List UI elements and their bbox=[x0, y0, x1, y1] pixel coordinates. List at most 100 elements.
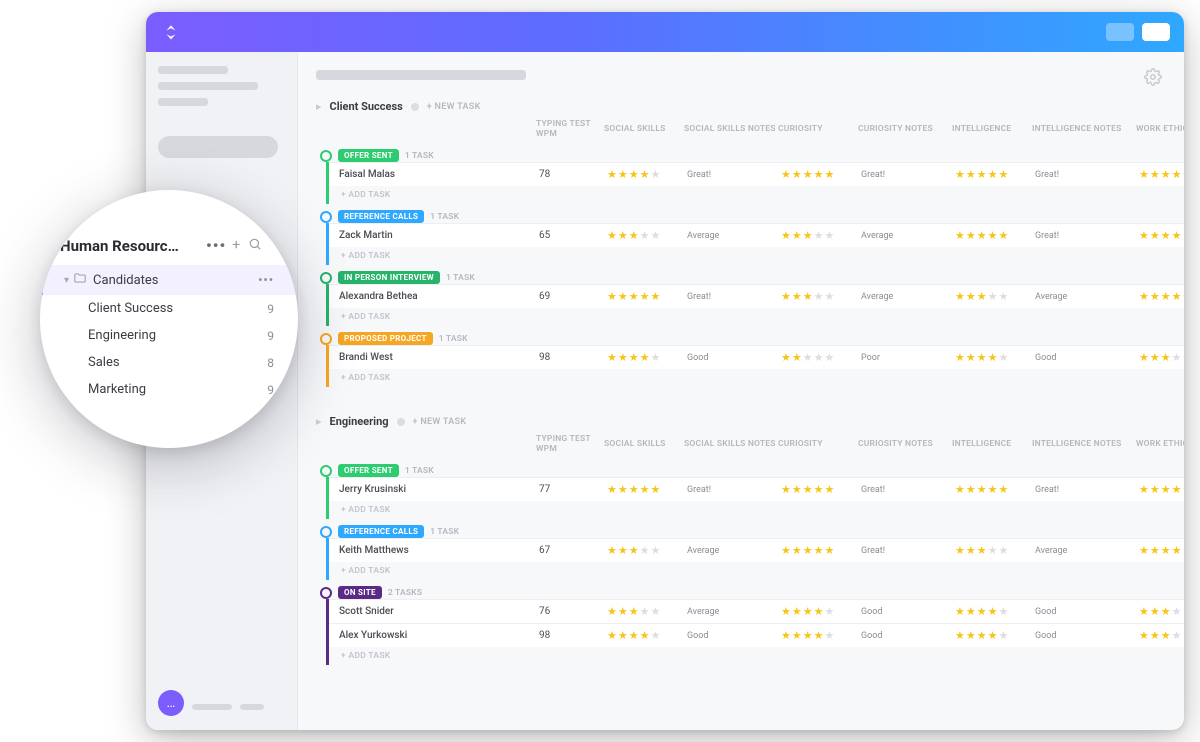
sidebar-placeholder bbox=[158, 82, 258, 90]
star-rating: ★★★★★ bbox=[607, 169, 687, 180]
list-count: 9 bbox=[267, 302, 274, 316]
new-task-button[interactable]: + NEW TASK bbox=[427, 102, 481, 112]
status-group-header[interactable]: OFFER SENT 1 TASK bbox=[316, 464, 1184, 477]
sidebar-placeholder bbox=[158, 98, 208, 106]
cell-note: Good bbox=[861, 631, 955, 641]
list-count: 9 bbox=[267, 329, 274, 343]
star-rating: ★★★★★ bbox=[607, 630, 687, 641]
gear-icon[interactable] bbox=[1144, 68, 1162, 90]
star-rating: ★★★★★ bbox=[955, 291, 1035, 302]
chat-icon[interactable]: … bbox=[158, 690, 184, 716]
task-row[interactable]: Keith Matthews 67 ★★★★★Average ★★★★★Grea… bbox=[329, 538, 1184, 562]
cell-note: Great! bbox=[1035, 231, 1139, 241]
plus-icon[interactable]: + bbox=[232, 237, 240, 255]
folder-candidates[interactable]: ▾ Candidates ••• bbox=[40, 265, 298, 295]
cell-wpm: 76 bbox=[539, 606, 607, 617]
status-tag: OFFER SENT bbox=[338, 149, 399, 162]
column-headers: TYPING TEST WPMSOCIAL SKILLSSOCIAL SKILL… bbox=[316, 432, 1184, 458]
folder-icon bbox=[73, 271, 87, 289]
add-task-button[interactable]: + ADD TASK bbox=[329, 186, 1184, 204]
status-group-header[interactable]: PROPOSED PROJECT 1 TASK bbox=[316, 332, 1184, 345]
cell-note: Great! bbox=[1035, 485, 1139, 495]
status-tag: OFFER SENT bbox=[338, 464, 399, 477]
star-rating: ★★★★★ bbox=[955, 230, 1035, 241]
add-task-button[interactable]: + ADD TASK bbox=[329, 647, 1184, 665]
cell-wpm: 69 bbox=[539, 291, 607, 302]
list-label: Marketing bbox=[88, 382, 146, 397]
task-row[interactable]: Alex Yurkowski 98 ★★★★★Good ★★★★★Good ★★… bbox=[329, 623, 1184, 647]
add-task-button[interactable]: + ADD TASK bbox=[329, 562, 1184, 580]
status-group-header[interactable]: REFERENCE CALLS 1 TASK bbox=[316, 525, 1184, 538]
task-row[interactable]: Jerry Krusinski 77 ★★★★★Great! ★★★★★Grea… bbox=[329, 477, 1184, 501]
sidebar-list-item[interactable]: Client Success 9 bbox=[40, 295, 298, 322]
window-control[interactable] bbox=[1106, 23, 1134, 41]
add-task-button[interactable]: + ADD TASK bbox=[329, 247, 1184, 265]
sidebar-list-item[interactable]: Marketing 9 bbox=[40, 376, 298, 403]
star-rating: ★★★★★ bbox=[607, 230, 687, 241]
star-rating: ★★★★★ bbox=[955, 606, 1035, 617]
status-tag: PROPOSED PROJECT bbox=[338, 332, 433, 345]
cell-note: Great! bbox=[861, 485, 955, 495]
sidebar-list-item[interactable]: Engineering 9 bbox=[40, 322, 298, 349]
status-group-header[interactable]: OFFER SENT 1 TASK bbox=[316, 149, 1184, 162]
chevron-down-icon: ▾ bbox=[64, 275, 69, 286]
star-rating: ★★★★★ bbox=[955, 169, 1035, 180]
window-control[interactable] bbox=[1142, 23, 1170, 41]
cell-note: Good bbox=[1035, 607, 1139, 617]
folder-label: Candidates bbox=[93, 273, 158, 288]
search-icon[interactable] bbox=[248, 237, 262, 255]
task-row[interactable]: Alexandra Bethea 69 ★★★★★Great! ★★★★★Ave… bbox=[329, 284, 1184, 308]
cell-wpm: 65 bbox=[539, 230, 607, 241]
star-rating: ★★★★★ bbox=[1139, 630, 1184, 641]
task-name: Jerry Krusinski bbox=[339, 484, 539, 495]
status-group-header[interactable]: REFERENCE CALLS 1 TASK bbox=[316, 210, 1184, 223]
more-icon[interactable]: ••• bbox=[258, 273, 274, 287]
add-task-button[interactable]: + ADD TASK bbox=[329, 501, 1184, 519]
task-name: Brandi West bbox=[339, 352, 539, 363]
section-title[interactable]: Engineering bbox=[330, 415, 389, 428]
app-window: … ▸ Client Success + NEW TASK TYPING TES… bbox=[146, 12, 1184, 730]
title-bar bbox=[146, 12, 1184, 52]
status-circle-icon bbox=[320, 587, 332, 599]
star-rating: ★★★★★ bbox=[607, 606, 687, 617]
status-tag: IN PERSON INTERVIEW bbox=[338, 271, 440, 284]
task-count: 1 TASK bbox=[405, 151, 434, 161]
task-count: 1 TASK bbox=[405, 466, 434, 476]
status-group-header[interactable]: IN PERSON INTERVIEW 1 TASK bbox=[316, 271, 1184, 284]
cell-note: Average bbox=[1035, 546, 1139, 556]
sidebar-placeholder bbox=[158, 66, 228, 74]
sidebar-search-placeholder[interactable] bbox=[158, 136, 278, 158]
cell-note: Average bbox=[687, 546, 781, 556]
section-title[interactable]: Client Success bbox=[330, 100, 403, 113]
cell-note: Great! bbox=[861, 546, 955, 556]
star-rating: ★★★★★ bbox=[607, 484, 687, 495]
content-placeholder bbox=[316, 70, 526, 80]
add-task-button[interactable]: + ADD TASK bbox=[329, 369, 1184, 387]
star-rating: ★★★★★ bbox=[955, 630, 1035, 641]
task-row[interactable]: Zack Martin 65 ★★★★★Average ★★★★★Average… bbox=[329, 223, 1184, 247]
task-row[interactable]: Brandi West 98 ★★★★★Good ★★★★★Poor ★★★★★… bbox=[329, 345, 1184, 369]
cell-note: Average bbox=[687, 231, 781, 241]
cell-wpm: 98 bbox=[539, 630, 607, 641]
space-title[interactable]: Human Resourc… bbox=[60, 237, 200, 255]
star-rating: ★★★★★ bbox=[955, 545, 1035, 556]
cell-note: Average bbox=[687, 607, 781, 617]
star-rating: ★★★★★ bbox=[1139, 352, 1184, 363]
sidebar-placeholder bbox=[192, 704, 232, 710]
star-rating: ★★★★★ bbox=[1139, 545, 1184, 556]
task-row[interactable]: Scott Snider 76 ★★★★★Average ★★★★★Good ★… bbox=[329, 599, 1184, 623]
task-row[interactable]: Faisal Malas 78 ★★★★★Great! ★★★★★Great! … bbox=[329, 162, 1184, 186]
status-circle-icon bbox=[320, 333, 332, 345]
sidebar-placeholder bbox=[240, 704, 264, 710]
new-task-button[interactable]: + NEW TASK bbox=[413, 417, 467, 427]
cell-note: Good bbox=[1035, 353, 1139, 363]
status-group-header[interactable]: ON SITE 2 TASKS bbox=[316, 586, 1184, 599]
cell-note: Great! bbox=[1035, 170, 1139, 180]
add-task-button[interactable]: + ADD TASK bbox=[329, 308, 1184, 326]
star-rating: ★★★★★ bbox=[781, 484, 861, 495]
sidebar-list-item[interactable]: Sales 8 bbox=[40, 349, 298, 376]
more-icon[interactable]: ••• bbox=[206, 236, 226, 255]
star-rating: ★★★★★ bbox=[607, 352, 687, 363]
status-circle-icon bbox=[320, 272, 332, 284]
star-rating: ★★★★★ bbox=[607, 545, 687, 556]
